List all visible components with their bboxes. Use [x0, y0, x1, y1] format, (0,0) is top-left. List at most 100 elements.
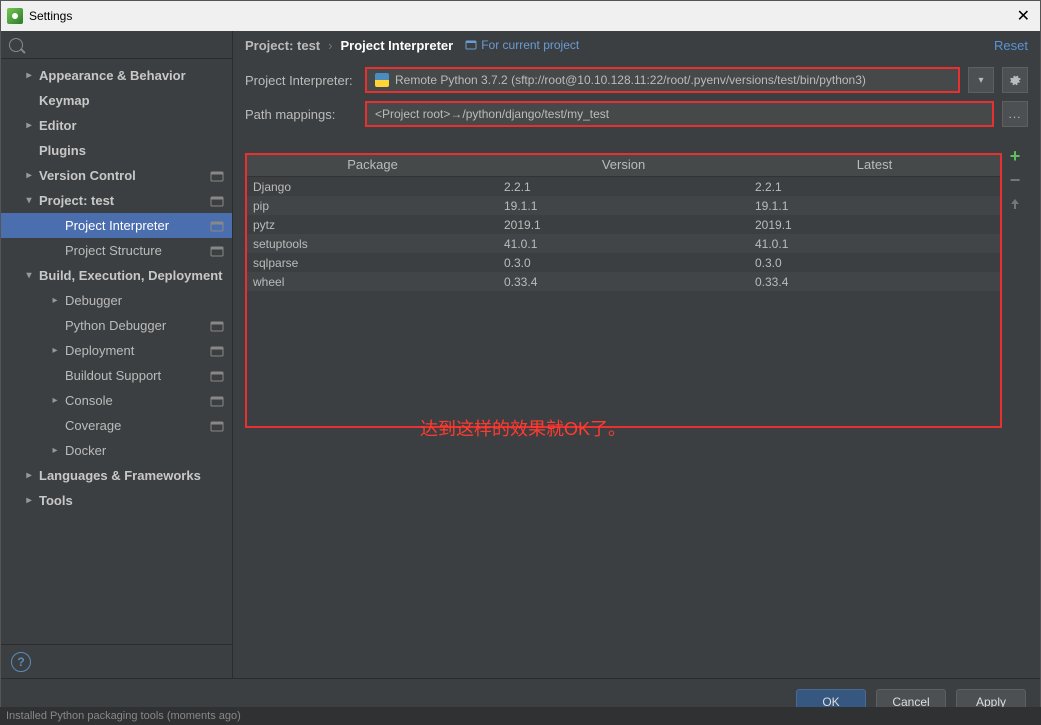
- sidebar-item-buildout-support[interactable]: Buildout Support: [1, 363, 232, 388]
- project-scope-icon: [210, 419, 224, 433]
- sidebar-item-appearance-behavior[interactable]: Appearance & Behavior: [1, 63, 232, 88]
- pycharm-icon: [7, 8, 23, 24]
- window-title: Settings: [29, 9, 72, 23]
- expander-icon[interactable]: [49, 395, 61, 406]
- interpreter-value: Remote Python 3.7.2 (sftp://root@10.10.1…: [395, 73, 866, 87]
- col-version[interactable]: Version: [498, 155, 749, 176]
- sidebar-item-label: Keymap: [39, 93, 90, 108]
- remove-package-button[interactable]: −: [1006, 171, 1024, 189]
- cell-latest: 19.1.1: [749, 199, 1000, 213]
- sidebar-item-project-test[interactable]: Project: test: [1, 188, 232, 213]
- sidebar-item-debugger[interactable]: Debugger: [1, 288, 232, 313]
- settings-tree: Appearance & Behavior Keymap Editor Plugins…: [1, 59, 232, 644]
- table-row[interactable]: Django2.2.12.2.1: [247, 177, 1000, 196]
- sidebar-item-tools[interactable]: Tools: [1, 488, 232, 513]
- current-project-badge: For current project: [465, 38, 579, 52]
- interpreter-gear[interactable]: [1002, 67, 1028, 93]
- expander-icon[interactable]: [49, 345, 61, 356]
- sidebar-item-label: Version Control: [39, 168, 136, 183]
- project-scope-icon: [210, 169, 224, 183]
- cell-latest: 41.0.1: [749, 237, 1000, 251]
- sidebar-item-label: Buildout Support: [65, 368, 161, 383]
- sidebar-item-label: Tools: [39, 493, 73, 508]
- project-scope-icon: [210, 194, 224, 208]
- expander-icon[interactable]: [23, 170, 35, 181]
- sidebar-item-deployment[interactable]: Deployment: [1, 338, 232, 363]
- settings-window: Settings ✕ Appearance & Behavior Keymap Ed…: [0, 0, 1041, 725]
- interpreter-dropdown[interactable]: Remote Python 3.7.2 (sftp://root@10.10.1…: [365, 67, 960, 93]
- sidebar-item-label: Plugins: [39, 143, 86, 158]
- packages-table: Package Version Latest Django2.2.12.2.1p…: [247, 155, 1000, 291]
- expander-icon[interactable]: [23, 270, 35, 281]
- interpreter-row: Project Interpreter: Remote Python 3.7.2…: [245, 63, 1028, 97]
- sidebar-item-label: Languages & Frameworks: [39, 468, 201, 483]
- add-package-button[interactable]: +: [1006, 147, 1024, 165]
- breadcrumb-project: Project: test: [245, 38, 320, 53]
- table-row[interactable]: pip19.1.119.1.1: [247, 196, 1000, 215]
- col-package[interactable]: Package: [247, 155, 498, 176]
- interpreter-dropdown-arrow[interactable]: [968, 67, 994, 93]
- cell-latest: 0.3.0: [749, 256, 1000, 270]
- sidebar-item-label: Coverage: [65, 418, 121, 433]
- cell-version: 0.33.4: [498, 275, 749, 289]
- reset-link[interactable]: Reset: [994, 38, 1028, 53]
- sidebar-item-keymap[interactable]: Keymap: [1, 88, 232, 113]
- expander-icon[interactable]: [49, 295, 61, 306]
- sidebar-item-label: Build, Execution, Deployment: [39, 268, 222, 283]
- status-bar: Installed Python packaging tools (moment…: [0, 707, 1041, 725]
- expander-icon[interactable]: [23, 120, 35, 131]
- cell-version: 19.1.1: [498, 199, 749, 213]
- project-scope-icon: [210, 244, 224, 258]
- path-mappings-browse[interactable]: ...: [1002, 101, 1028, 127]
- cell-package: pytz: [247, 218, 498, 232]
- sidebar-item-project-structure[interactable]: Project Structure: [1, 238, 232, 263]
- search-input[interactable]: [29, 38, 218, 52]
- sidebar-item-plugins[interactable]: Plugins: [1, 138, 232, 163]
- mappings-label: Path mappings:: [245, 107, 357, 122]
- sidebar-item-label: Deployment: [65, 343, 134, 358]
- sidebar-item-label: Project Interpreter: [65, 218, 169, 233]
- expander-icon[interactable]: [23, 470, 35, 481]
- sidebar-item-label: Debugger: [65, 293, 122, 308]
- upgrade-package-button[interactable]: [1006, 195, 1024, 213]
- project-scope-icon: [210, 394, 224, 408]
- help-icon[interactable]: ?: [11, 652, 31, 672]
- sidebar-item-label: Console: [65, 393, 113, 408]
- cell-latest: 2.2.1: [749, 180, 1000, 194]
- cell-package: Django: [247, 180, 498, 194]
- sidebar-item-version-control[interactable]: Version Control: [1, 163, 232, 188]
- sidebar-item-label: Project: test: [39, 193, 114, 208]
- project-scope-icon: [210, 319, 224, 333]
- table-row[interactable]: sqlparse0.3.00.3.0: [247, 253, 1000, 272]
- search-icon: [9, 38, 23, 52]
- cell-version: 41.0.1: [498, 237, 749, 251]
- sidebar-item-build-execution-deployment[interactable]: Build, Execution, Deployment: [1, 263, 232, 288]
- sidebar-item-console[interactable]: Console: [1, 388, 232, 413]
- sidebar-item-languages-frameworks[interactable]: Languages & Frameworks: [1, 463, 232, 488]
- project-scope-icon: [210, 344, 224, 358]
- table-row[interactable]: pytz2019.12019.1: [247, 215, 1000, 234]
- cell-package: sqlparse: [247, 256, 498, 270]
- sidebar-item-label: Appearance & Behavior: [39, 68, 186, 83]
- sidebar-item-coverage[interactable]: Coverage: [1, 413, 232, 438]
- path-mappings-field[interactable]: <Project root>→/python/django/test/my_te…: [365, 101, 994, 127]
- sidebar-item-python-debugger[interactable]: Python Debugger: [1, 313, 232, 338]
- cell-package: setuptools: [247, 237, 498, 251]
- table-row[interactable]: setuptools41.0.141.0.1: [247, 234, 1000, 253]
- sidebar-item-label: Editor: [39, 118, 77, 133]
- col-latest[interactable]: Latest: [749, 155, 1000, 176]
- expander-icon[interactable]: [23, 195, 35, 206]
- expander-icon[interactable]: [23, 495, 35, 506]
- expander-icon[interactable]: [49, 445, 61, 456]
- sidebar-item-label: Docker: [65, 443, 106, 458]
- cell-version: 2.2.1: [498, 180, 749, 194]
- sidebar-search[interactable]: [1, 31, 232, 59]
- table-row[interactable]: wheel0.33.40.33.4: [247, 272, 1000, 291]
- sidebar-item-editor[interactable]: Editor: [1, 113, 232, 138]
- annotation-text: 达到这样的效果就OK了。: [420, 415, 626, 441]
- sidebar-item-docker[interactable]: Docker: [1, 438, 232, 463]
- cell-latest: 0.33.4: [749, 275, 1000, 289]
- sidebar-item-project-interpreter[interactable]: Project Interpreter: [1, 213, 232, 238]
- close-icon[interactable]: ✕: [1013, 6, 1034, 26]
- expander-icon[interactable]: [23, 70, 35, 81]
